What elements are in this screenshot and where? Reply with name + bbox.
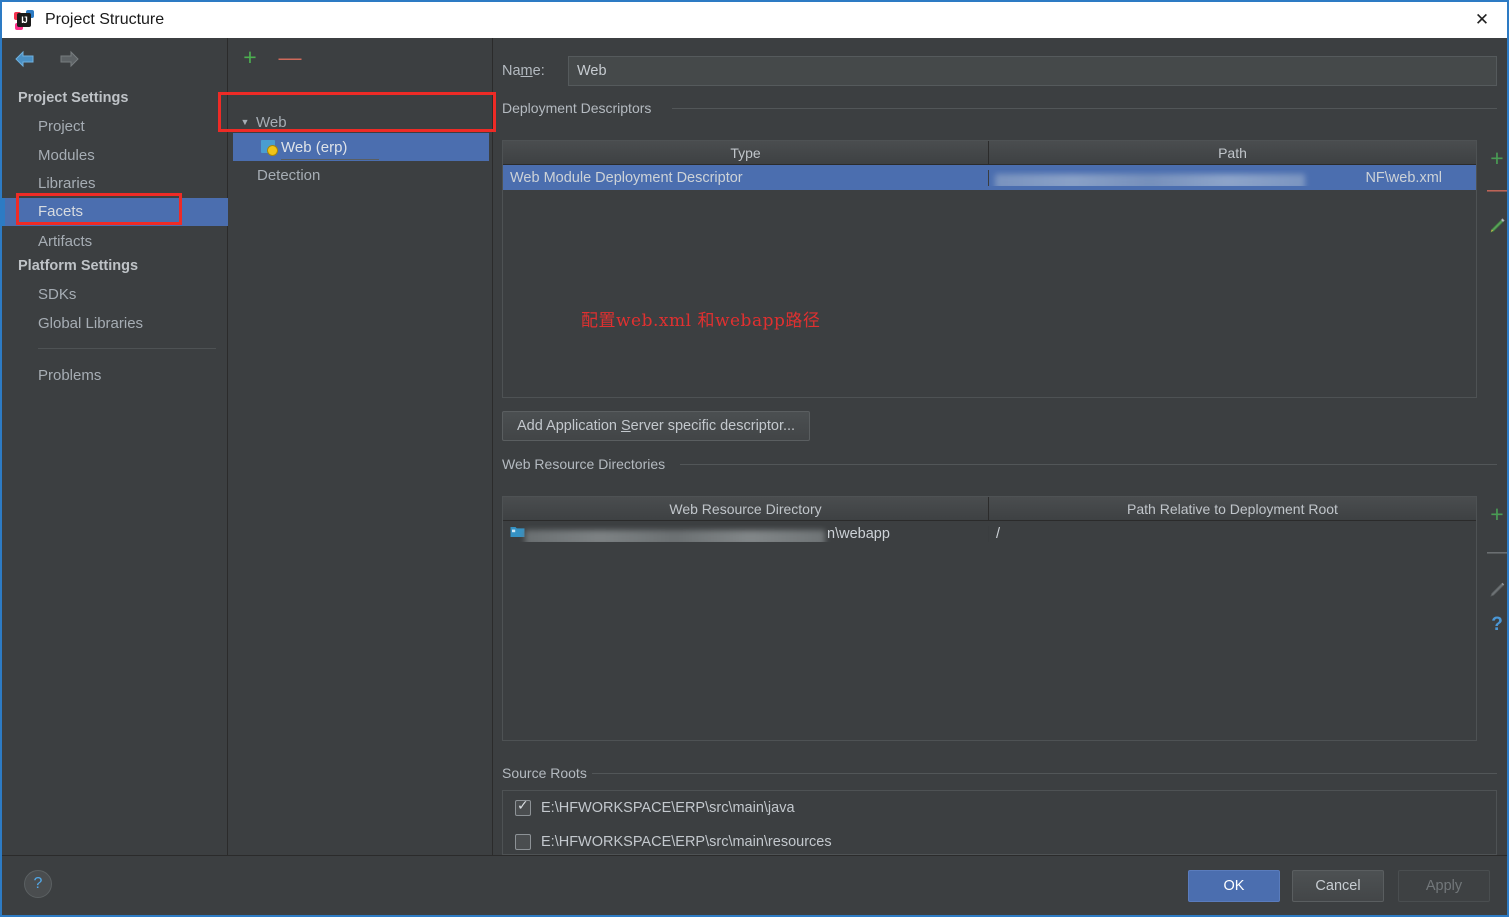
- deployment-descriptors-rule: [672, 108, 1497, 109]
- source-root-resources-label: E:\HFWORKSPACE\ERP\src\main\resources: [541, 834, 832, 850]
- cancel-button[interactable]: Cancel: [1292, 870, 1384, 902]
- source-roots-title: Source Roots: [502, 765, 593, 781]
- help-web-resource-glyph: ?: [1491, 613, 1503, 635]
- cell-descriptor-type: Web Module Deployment Descriptor: [510, 169, 743, 186]
- web-facet-icon: [261, 140, 278, 156]
- dialog-body: Project Settings Project Modules Librari…: [2, 38, 1507, 855]
- add-descriptor-glyph: +: [1490, 144, 1504, 171]
- name-row: Name:: [502, 56, 1497, 86]
- deployment-descriptors-tools: + —: [1480, 142, 1509, 242]
- cell-web-resource-directory: n\webapp: [503, 525, 988, 542]
- chevron-down-icon: ▼: [240, 117, 250, 127]
- sidebar-group-project-settings: Project Settings: [18, 90, 129, 106]
- sidebar-divider: [38, 348, 216, 349]
- add-descriptor-button-post: erver specific descriptor...: [630, 418, 796, 434]
- sidebar-item-global-libraries[interactable]: Global Libraries: [2, 310, 228, 338]
- web-resource-directories-header: Web Resource Directory Path Relative to …: [503, 497, 1476, 521]
- column-header-web-resource-directory[interactable]: Web Resource Directory: [503, 497, 988, 520]
- add-descriptor-icon[interactable]: +: [1482, 142, 1509, 174]
- web-resource-directories-table: Web Resource Directory Path Relative to …: [502, 496, 1477, 741]
- cell-descriptor-path: NF\web.xml: [988, 169, 1476, 186]
- deployment-descriptors-header: Type Path: [503, 141, 1476, 165]
- source-root-item[interactable]: E:\HFWORKSPACE\ERP\src\main\resources: [503, 825, 1496, 859]
- source-root-item[interactable]: E:\HFWORKSPACE\ERP\src\main\java: [503, 791, 1496, 825]
- app-icon-text: IJ: [21, 15, 28, 25]
- column-header-path-relative[interactable]: Path Relative to Deployment Root: [988, 497, 1476, 520]
- source-root-java-checkbox[interactable]: [515, 798, 531, 816]
- ok-button[interactable]: OK: [1188, 870, 1280, 902]
- add-descriptor-button-mnemonic: S: [621, 418, 631, 434]
- cell-web-resource-directory-suffix: n\webapp: [827, 525, 890, 542]
- folder-icon: [510, 525, 525, 542]
- sidebar-nav: [10, 46, 84, 72]
- sidebar-group-platform-settings: Platform Settings: [18, 258, 139, 274]
- sidebar-item-libraries[interactable]: Libraries: [2, 170, 228, 198]
- add-web-resource-glyph: +: [1490, 500, 1504, 527]
- name-input[interactable]: [568, 56, 1497, 86]
- column-header-type[interactable]: Type: [503, 141, 988, 164]
- apply-button: Apply: [1398, 870, 1490, 902]
- project-structure-dialog: IJ Project Structure ✕ Project Settings: [0, 0, 1509, 917]
- help-web-resource-icon[interactable]: ?: [1482, 608, 1509, 640]
- facet-tree-panel: + — ▼ Web Web (erp) Detection 配置web.xml …: [229, 38, 820, 855]
- remove-web-resource-glyph: —: [1487, 541, 1507, 563]
- help-icon[interactable]: ?: [24, 870, 52, 898]
- window-title: Project Structure: [45, 11, 165, 28]
- facet-tree-toolbar: + —: [237, 44, 303, 70]
- cell-descriptor-path-suffix: NF\web.xml: [1365, 169, 1442, 186]
- tree-node-web-erp-label: Web (erp): [281, 138, 348, 156]
- close-icon[interactable]: ✕: [1457, 2, 1507, 38]
- sidebar-item-sdks[interactable]: SDKs: [2, 281, 228, 309]
- tree-node-web[interactable]: ▼ Web: [237, 108, 487, 136]
- web-resource-directories-tools: + — ?: [1480, 498, 1509, 640]
- cell-relative-path: /: [988, 525, 1476, 542]
- source-root-java-label: E:\HFWORKSPACE\ERP\src\main\java: [541, 800, 795, 816]
- remove-facet-glyph: —: [278, 43, 302, 70]
- source-roots-rule: [592, 773, 1497, 774]
- name-label: Name:: [502, 63, 545, 79]
- source-root-resources-checkbox[interactable]: [515, 834, 531, 850]
- table-row[interactable]: n\webapp /: [503, 521, 1476, 546]
- source-roots-box: E:\HFWORKSPACE\ERP\src\main\java E:\HFWO…: [502, 790, 1497, 855]
- add-descriptor-button-pre: Add Application: [517, 418, 621, 434]
- web-resource-directories-rule: [680, 464, 1497, 465]
- sidebar-item-modules[interactable]: Modules: [2, 142, 228, 170]
- add-facet-icon[interactable]: +: [237, 44, 263, 70]
- remove-facet-icon[interactable]: —: [277, 44, 303, 70]
- column-header-path[interactable]: Path: [988, 141, 1476, 164]
- redacted-path-blur: [995, 173, 1305, 186]
- dialog-footer: ? OK Cancel Apply: [2, 855, 1507, 915]
- remove-web-resource-icon: —: [1482, 536, 1509, 568]
- add-web-resource-icon[interactable]: +: [1482, 498, 1509, 530]
- remove-descriptor-icon[interactable]: —: [1482, 174, 1509, 206]
- arrow-right-icon: [54, 46, 84, 72]
- add-application-server-descriptor-button[interactable]: Add Application Server specific descript…: [502, 411, 811, 441]
- edit-descriptor-icon[interactable]: [1482, 210, 1509, 242]
- tree-indent-guide: [281, 159, 379, 160]
- add-facet-glyph: +: [243, 43, 257, 70]
- tree-node-detection-label: Detection: [257, 166, 321, 184]
- table-row[interactable]: Web Module Deployment Descriptor NF\web.…: [503, 165, 1476, 190]
- tree-node-web-label: Web: [256, 113, 287, 131]
- redacted-directory-blur: [525, 530, 825, 542]
- sidebar-item-facets[interactable]: Facets: [2, 198, 228, 226]
- facet-detail-panel: Name: Deployment Descriptors Type Path W…: [494, 38, 1507, 855]
- sidebar-item-problems[interactable]: Problems: [2, 362, 228, 390]
- remove-descriptor-glyph: —: [1487, 179, 1507, 201]
- sidebar-item-project[interactable]: Project: [2, 113, 228, 141]
- intellij-idea-icon: IJ: [14, 10, 34, 30]
- sidebar: Project Settings Project Modules Librari…: [2, 38, 228, 855]
- tree-node-web-erp[interactable]: Web (erp): [233, 133, 489, 161]
- deployment-descriptors-table: Type Path Web Module Deployment Descript…: [502, 140, 1477, 398]
- arrow-left-icon[interactable]: [10, 46, 40, 72]
- tree-node-detection[interactable]: Detection: [237, 161, 487, 189]
- titlebar: IJ Project Structure ✕: [2, 0, 1507, 38]
- deployment-descriptors-title: Deployment Descriptors: [502, 100, 658, 116]
- web-resource-directories-title: Web Resource Directories: [502, 456, 672, 472]
- annotation-text: 配置web.xml 和webapp路径: [581, 311, 821, 331]
- edit-web-resource-icon: [1482, 574, 1509, 606]
